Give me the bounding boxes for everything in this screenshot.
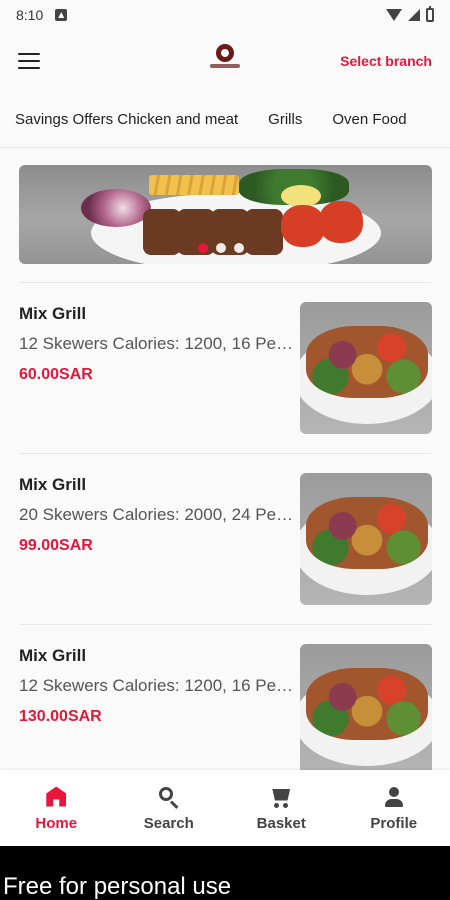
status-time: 8:10	[16, 7, 44, 23]
signal-icon	[408, 9, 420, 21]
home-icon	[44, 785, 68, 809]
nav-home[interactable]: Home	[0, 770, 113, 846]
menu-item[interactable]: Mix Grill 12 Skewers Calories: 1200, 16 …	[0, 282, 450, 452]
watermark-text: Free for personal use	[0, 846, 450, 900]
app-bar: Select branch	[0, 30, 450, 92]
status-bar: 8:10	[0, 0, 450, 30]
pagination-dot[interactable]	[216, 243, 226, 253]
category-tabs: Savings Offers Chicken and meat Grills O…	[0, 100, 450, 148]
bottom-navigation: Home Search Basket Profile	[0, 770, 450, 846]
menu-item[interactable]: Mix Grill 12 Skewers Calories: 1200, 16 …	[0, 624, 450, 794]
status-icons	[386, 6, 434, 22]
nav-basket[interactable]: Basket	[225, 770, 338, 846]
item-name: Mix Grill	[19, 304, 87, 323]
item-description: 12 Skewers Calories: 1200, 16 Persons	[19, 676, 294, 695]
banner-kebab	[143, 209, 181, 255]
item-price: 99.00SAR	[19, 537, 93, 554]
nav-profile[interactable]: Profile	[338, 770, 450, 846]
item-price: 130.00SAR	[19, 708, 102, 725]
banner-fries	[149, 175, 239, 195]
profile-icon	[382, 785, 406, 809]
pagination-dot[interactable]	[234, 243, 244, 253]
item-image	[300, 473, 432, 605]
item-description: 20 Skewers Calories: 2000, 24 Persons	[19, 505, 294, 524]
item-description: 12 Skewers Calories: 1200, 16 Persons	[19, 334, 294, 353]
item-name: Mix Grill	[19, 475, 87, 494]
select-branch-button[interactable]: Select branch	[340, 53, 432, 69]
nav-label: Profile	[370, 814, 418, 832]
banner-pagination	[198, 243, 244, 253]
item-price: 60.00SAR	[19, 366, 93, 383]
nav-label: Search	[143, 814, 194, 832]
search-icon	[157, 785, 181, 809]
battery-icon	[426, 6, 434, 22]
tab-oven-food[interactable]: Oven Food	[317, 100, 421, 147]
item-image	[300, 644, 432, 776]
tab-grills[interactable]: Grills	[253, 100, 317, 147]
banner-tomato	[319, 201, 363, 243]
nav-label: Basket	[256, 814, 306, 832]
pagination-dot[interactable]	[198, 243, 208, 253]
banner-onion	[81, 189, 151, 227]
nav-search[interactable]: Search	[113, 770, 226, 846]
nav-label: Home	[35, 814, 78, 832]
cart-icon	[269, 785, 293, 809]
tab-savings-offers[interactable]: Savings Offers Chicken and meat	[0, 100, 254, 147]
menu-icon[interactable]	[18, 53, 40, 69]
menu-item[interactable]: Mix Grill 20 Skewers Calories: 2000, 24 …	[0, 453, 450, 623]
item-image	[300, 302, 432, 434]
banner-lemon	[281, 185, 321, 207]
item-name: Mix Grill	[19, 646, 87, 665]
banner-kebab	[245, 209, 283, 255]
wifi-icon	[386, 9, 402, 21]
restaurant-logo	[207, 44, 243, 78]
notification-icon	[55, 9, 68, 21]
